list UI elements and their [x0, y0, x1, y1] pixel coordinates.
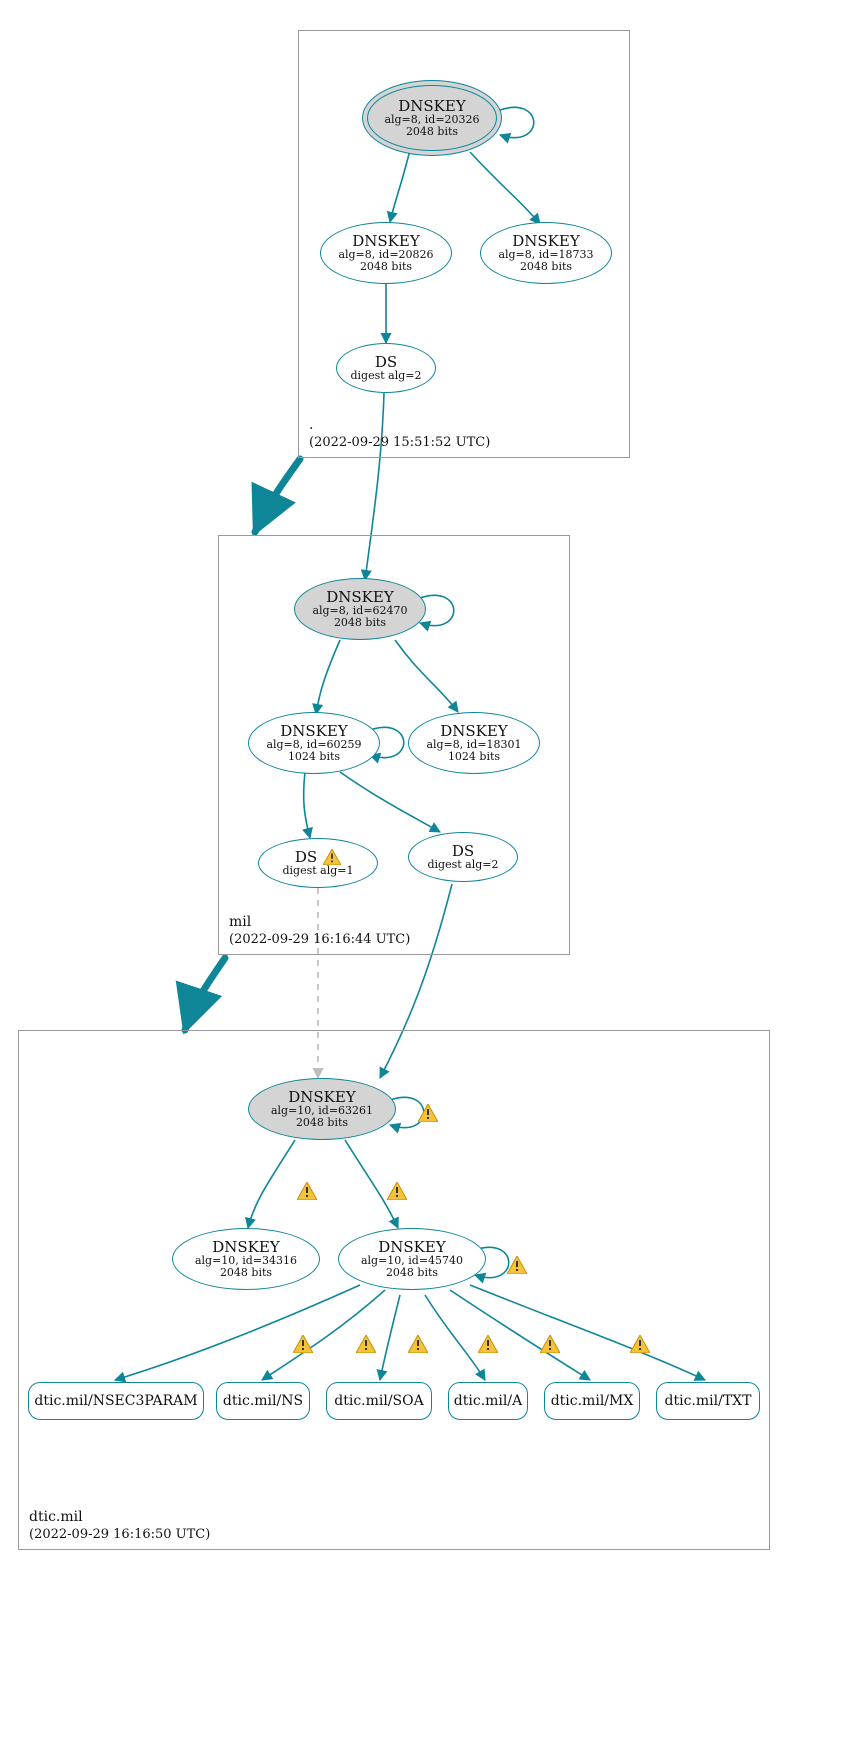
- node-dtic-ksk-title: DNSKEY: [288, 1089, 356, 1106]
- node-mil-zsk-sub2: 1024 bits: [288, 751, 340, 763]
- node-mil-zsk: DNSKEY alg=8, id=60259 1024 bits: [248, 712, 380, 774]
- node-mil-zsk2-title: DNSKEY: [440, 723, 508, 740]
- zone-dtic-timestamp: (2022-09-29 16:16:50 UTC): [29, 1527, 210, 1543]
- warning-icon: [323, 849, 341, 865]
- node-mil-zsk2: DNSKEY alg=8, id=18301 1024 bits: [408, 712, 540, 774]
- node-dtic-zsk2-title: DNSKEY: [378, 1239, 446, 1256]
- node-mil-ds1: DS digest alg=1: [258, 838, 378, 888]
- rr-ns-label: dtic.mil/NS: [223, 1393, 303, 1409]
- node-dtic-zsk1-title: DNSKEY: [212, 1239, 280, 1256]
- rr-ns: dtic.mil/NS: [216, 1382, 310, 1420]
- zone-mil-timestamp: (2022-09-29 16:16:44 UTC): [229, 932, 410, 948]
- node-mil-zsk-title: DNSKEY: [280, 723, 348, 740]
- zone-root-timestamp: (2022-09-29 15:51:52 UTC): [309, 435, 490, 451]
- rr-a: dtic.mil/A: [448, 1382, 528, 1420]
- node-mil-ds1-title: DS: [295, 849, 317, 866]
- rr-mx-label: dtic.mil/MX: [551, 1393, 634, 1409]
- node-mil-ds2-title: DS: [452, 843, 474, 860]
- node-dtic-zsk2-sub2: 2048 bits: [386, 1267, 438, 1279]
- node-dtic-ksk: DNSKEY alg=10, id=63261 2048 bits: [248, 1078, 396, 1140]
- rr-mx: dtic.mil/MX: [544, 1382, 640, 1420]
- node-mil-ksk-title: DNSKEY: [326, 589, 394, 606]
- node-root-zsk-sub2: 2048 bits: [360, 261, 412, 273]
- node-root-ds: DS digest alg=2: [336, 343, 436, 393]
- zone-root-name: .: [309, 417, 490, 435]
- rr-txt: dtic.mil/TXT: [656, 1382, 760, 1420]
- node-root-zsk2-sub2: 2048 bits: [520, 261, 572, 273]
- node-root-zsk: DNSKEY alg=8, id=20826 2048 bits: [320, 222, 452, 284]
- rr-txt-label: dtic.mil/TXT: [665, 1393, 752, 1409]
- node-mil-ds2: DS digest alg=2: [408, 832, 518, 882]
- zone-mil-name: mil: [229, 914, 410, 932]
- node-root-ksk: DNSKEY alg=8, id=20326 2048 bits: [362, 80, 502, 156]
- rr-soa-label: dtic.mil/SOA: [334, 1393, 423, 1409]
- node-root-ds-title: DS: [375, 354, 397, 371]
- node-root-zsk2: DNSKEY alg=8, id=18733 2048 bits: [480, 222, 612, 284]
- zone-mil-label: mil (2022-09-29 16:16:44 UTC): [229, 914, 410, 948]
- node-root-zsk2-title: DNSKEY: [512, 233, 580, 250]
- node-root-ksk-title: DNSKEY: [398, 98, 466, 115]
- zone-dtic-label: dtic.mil (2022-09-29 16:16:50 UTC): [29, 1509, 210, 1543]
- rr-nsec3param-label: dtic.mil/NSEC3PARAM: [34, 1393, 197, 1409]
- node-mil-zsk2-sub2: 1024 bits: [448, 751, 500, 763]
- node-root-zsk-title: DNSKEY: [352, 233, 420, 250]
- node-mil-ds2-sub1: digest alg=2: [427, 859, 498, 871]
- rr-nsec3param: dtic.mil/NSEC3PARAM: [28, 1382, 204, 1420]
- node-root-ds-sub1: digest alg=2: [350, 370, 421, 382]
- zone-dtic-name: dtic.mil: [29, 1509, 210, 1527]
- node-dtic-zsk2: DNSKEY alg=10, id=45740 2048 bits: [338, 1228, 486, 1290]
- node-dtic-ksk-sub2: 2048 bits: [296, 1117, 348, 1129]
- zone-root-label: . (2022-09-29 15:51:52 UTC): [309, 417, 490, 451]
- node-mil-ds1-sub1: digest alg=1: [282, 865, 353, 877]
- dnssec-graph: . (2022-09-29 15:51:52 UTC) mil (2022-09…: [0, 0, 867, 1742]
- rr-a-label: dtic.mil/A: [454, 1393, 522, 1409]
- node-mil-ksk-sub2: 2048 bits: [334, 617, 386, 629]
- node-mil-ksk: DNSKEY alg=8, id=62470 2048 bits: [294, 578, 426, 640]
- rr-soa: dtic.mil/SOA: [326, 1382, 432, 1420]
- node-root-ksk-sub2: 2048 bits: [406, 126, 458, 138]
- node-dtic-zsk1-sub2: 2048 bits: [220, 1267, 272, 1279]
- node-dtic-zsk1: DNSKEY alg=10, id=34316 2048 bits: [172, 1228, 320, 1290]
